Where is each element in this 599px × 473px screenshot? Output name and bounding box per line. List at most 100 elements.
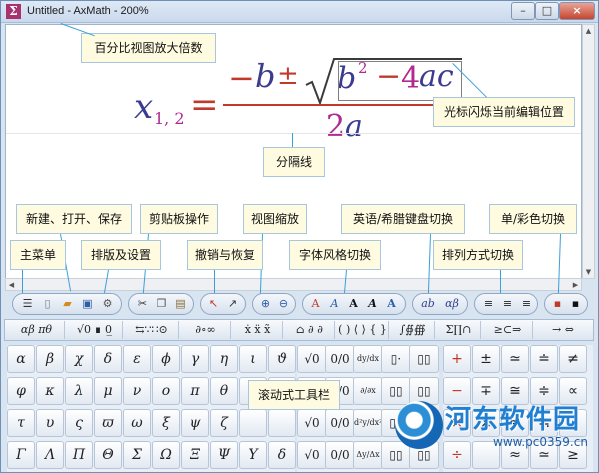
paste-icon[interactable]: ▤ xyxy=(172,296,189,312)
tab-integrals[interactable]: ∫∯∰ xyxy=(391,321,435,339)
cut-icon[interactable]: ✂ xyxy=(134,296,151,312)
tab-sums[interactable]: Σ∏∩ xyxy=(437,321,481,339)
structure-button[interactable]: ▯· xyxy=(381,345,411,373)
structure-button[interactable]: ∂/∂x xyxy=(353,377,383,405)
greek-symbol-button[interactable]: κ xyxy=(36,377,64,405)
greek-symbol-button[interactable]: φ xyxy=(7,377,35,405)
font-A-italic-icon[interactable]: A xyxy=(326,296,343,312)
greek-symbol-button[interactable]: Ω xyxy=(152,441,180,469)
maximize-button[interactable]: □ xyxy=(535,2,559,20)
structure-button[interactable]: √0 xyxy=(297,409,327,437)
structure-button[interactable]: ▯▯ xyxy=(409,345,439,373)
greek-symbol-button[interactable]: β xyxy=(36,345,64,373)
align-left-icon[interactable]: ≡ xyxy=(480,296,497,312)
scroll-left-icon[interactable]: ◀ xyxy=(6,279,17,291)
tab-accents[interactable]: ẋ ẍ x̃ xyxy=(233,321,283,339)
greek-symbol-button[interactable]: ξ xyxy=(152,409,180,437)
color-mode-icon[interactable]: ▪ xyxy=(549,296,566,312)
operator-button[interactable]: ≠ xyxy=(559,345,587,373)
scroll-up-icon[interactable]: ▲ xyxy=(583,25,594,37)
redo-icon[interactable]: ↗ xyxy=(224,296,241,312)
open-folder-icon[interactable]: ▰ xyxy=(59,296,76,312)
greek-symbol-button[interactable]: Π xyxy=(65,441,93,469)
save-icon[interactable]: ▣ xyxy=(79,296,96,312)
horizontal-scrollbar[interactable]: ◀ ▶ xyxy=(5,278,582,291)
scroll-down-icon[interactable]: ▼ xyxy=(583,266,594,278)
greek-symbol-button[interactable]: ι xyxy=(239,345,267,373)
greek-symbol-button[interactable]: ϑ xyxy=(268,345,296,373)
structure-button[interactable]: √0 xyxy=(297,345,327,373)
greek-symbol-button[interactable]: ν xyxy=(123,377,151,405)
tab-brackets[interactable]: ( ) ⟨ ⟩ { } xyxy=(337,321,389,339)
tab-relations[interactable]: ≥⊂⇒ xyxy=(483,321,533,339)
settings-icon[interactable]: ⚙ xyxy=(99,296,116,312)
english-keyboard-icon[interactable]: ab xyxy=(418,296,438,312)
copy-icon[interactable]: ❐ xyxy=(153,296,170,312)
greek-symbol-button[interactable] xyxy=(239,409,267,437)
tab-greek[interactable]: αβ πθ xyxy=(9,321,65,339)
axmath-app-icon[interactable]: Σ xyxy=(6,4,21,19)
align-center-icon[interactable]: ≡ xyxy=(499,296,516,312)
greek-symbol-button[interactable]: ω xyxy=(123,409,151,437)
zoom-in-icon[interactable]: ⊕ xyxy=(257,296,274,312)
structure-button[interactable]: √0 xyxy=(297,441,327,469)
operator-button[interactable]: ≐ xyxy=(530,345,558,373)
scroll-right-icon[interactable]: ▶ xyxy=(570,279,581,291)
greek-symbol-button[interactable]: τ xyxy=(7,409,35,437)
greek-symbol-button[interactable]: ψ xyxy=(181,409,209,437)
minimize-button[interactable]: – xyxy=(511,2,535,20)
greek-symbol-button[interactable]: υ xyxy=(36,409,64,437)
structure-button[interactable]: dy/dx xyxy=(353,345,383,373)
greek-symbol-button[interactable]: ζ xyxy=(210,409,238,437)
structure-button[interactable]: 0/0 xyxy=(325,441,355,469)
greek-symbol-button[interactable]: δ xyxy=(268,441,296,469)
greek-symbol-button[interactable]: γ xyxy=(181,345,209,373)
tab-decorations[interactable]: ⌂ ∂ ∂ xyxy=(285,321,335,339)
greek-symbol-button[interactable]: Λ xyxy=(36,441,64,469)
vertical-scrollbar[interactable]: ▲ ▼ xyxy=(582,24,595,279)
greek-symbol-button[interactable]: α xyxy=(7,345,35,373)
close-button[interactable]: × xyxy=(559,2,595,20)
greek-symbol-button[interactable]: Υ xyxy=(239,441,267,469)
font-A-bold-italic-icon[interactable]: A xyxy=(364,296,381,312)
align-right-icon[interactable]: ≡ xyxy=(518,296,535,312)
structure-button[interactable]: Δy/Δx xyxy=(353,441,383,469)
undo-icon[interactable]: ↖ xyxy=(205,296,222,312)
greek-symbol-button[interactable]: Ψ xyxy=(210,441,238,469)
new-file-icon[interactable]: ▯ xyxy=(39,296,56,312)
mono-mode-icon[interactable]: ▪ xyxy=(567,296,584,312)
operator-button[interactable]: ≃ xyxy=(501,345,529,373)
structure-button[interactable]: d²y/dx² xyxy=(353,409,383,437)
greek-symbol-button[interactable]: ϖ xyxy=(94,409,122,437)
zoom-out-icon[interactable]: ⊖ xyxy=(275,296,292,312)
font-A-red-icon[interactable]: A xyxy=(307,296,324,312)
greek-symbol-button[interactable]: μ xyxy=(94,377,122,405)
greek-symbol-button[interactable]: ς xyxy=(65,409,93,437)
tab-misc[interactable]: ∂∘∞ xyxy=(181,321,231,339)
structure-button[interactable]: 0/0 xyxy=(325,409,355,437)
greek-symbol-button[interactable]: Γ xyxy=(7,441,35,469)
greek-symbol-button[interactable]: δ xyxy=(94,345,122,373)
tab-structures[interactable]: √0 ∎ 0̲ xyxy=(67,321,123,339)
greek-symbol-button[interactable]: ο xyxy=(152,377,180,405)
font-A-bold-icon[interactable]: A xyxy=(345,296,362,312)
greek-symbol-button[interactable] xyxy=(268,409,296,437)
greek-symbol-button[interactable]: λ xyxy=(65,377,93,405)
menu-icon[interactable]: ☰ xyxy=(19,296,36,312)
greek-symbol-button[interactable]: χ xyxy=(65,345,93,373)
greek-symbol-button[interactable]: ϕ xyxy=(152,345,180,373)
greek-symbol-button[interactable]: θ xyxy=(210,377,238,405)
tab-arrows[interactable]: → ⇔ xyxy=(535,321,591,339)
greek-keyboard-icon[interactable]: αβ xyxy=(442,296,462,312)
operator-button[interactable]: + xyxy=(443,345,471,373)
greek-symbol-button[interactable]: π xyxy=(181,377,209,405)
greek-symbol-button[interactable]: ε xyxy=(123,345,151,373)
font-A-blue-icon[interactable]: A xyxy=(383,296,400,312)
tab-arrows-logic[interactable]: ⇆∵∷⊙ xyxy=(125,321,179,339)
greek-symbol-button[interactable]: Σ xyxy=(123,441,151,469)
greek-symbol-button[interactable]: η xyxy=(210,345,238,373)
structure-button[interactable]: 0/0 xyxy=(325,345,355,373)
greek-symbol-button[interactable]: Θ xyxy=(94,441,122,469)
operator-button[interactable]: ± xyxy=(472,345,500,373)
greek-symbol-button[interactable]: Ξ xyxy=(181,441,209,469)
